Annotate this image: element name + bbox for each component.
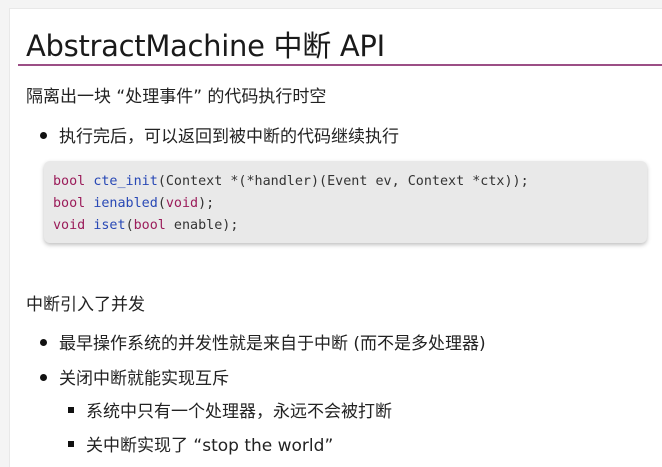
code-token: iset [93,218,126,233]
bullet-return: 执行完后，可以返回到被中断的代码继续执行 [40,122,399,147]
code-token: ( [157,196,166,211]
bullet-dot-icon [40,339,47,346]
bullet-dot-icon [40,374,47,381]
bullet-return-text: 执行完后，可以返回到被中断的代码继续执行 [59,127,399,147]
code-token: bool [53,174,86,189]
bullet-mutex: 关闭中断就能实现互斥 [40,364,229,389]
title-divider [18,64,662,66]
sub-bullet-single-cpu-text: 系统中只有一个处理器，永远不会被打断 [86,402,392,422]
code-token: enable); [165,218,239,233]
code-line-2: void iset(bool enable); [53,215,647,237]
slide: AbstractMachine 中断 API 隔离出一块 “处理事件” 的代码执… [9,8,662,467]
code-token: bool [53,196,86,211]
paragraph-concurrency: 中断引入了并发 [26,295,145,315]
slide-title: AbstractMachine 中断 API [26,29,385,63]
code-token: void [53,218,86,233]
code-token: cte_init [93,174,158,189]
bullet-dot-icon [40,132,47,139]
code-line-1: bool ienabled(void); [53,193,647,215]
bullet-early-os: 最早操作系统的并发性就是来自于中断 (而不是多处理器) [40,329,486,354]
code-token: bool [133,218,166,233]
square-bullet-icon [68,441,74,447]
sub-bullet-single-cpu: 系统中只有一个处理器，永远不会被打断 [68,397,392,422]
code-block: bool cte_init(Context *(*handler)(Event … [44,161,647,243]
square-bullet-icon [68,407,74,413]
sub-bullet-stop-world: 关中断实现了 “stop the world” [68,431,333,456]
code-token: ienabled [93,196,158,211]
code-token: void [165,196,199,211]
code-token: ); [198,196,215,211]
code-line-0: bool cte_init(Context *(*handler)(Event … [53,171,647,193]
bullet-mutex-text: 关闭中断就能实现互斥 [59,369,229,389]
code-token: ( [125,218,134,233]
sub-bullet-stop-world-text: 关中断实现了 “stop the world” [86,436,334,456]
bullet-early-os-text: 最早操作系统的并发性就是来自于中断 (而不是多处理器) [59,334,486,354]
code-token: (Context *(*handler)(Event ev, Context *… [157,174,529,189]
paragraph-isolation: 隔离出一块 “处理事件” 的代码执行时空 [26,87,327,107]
